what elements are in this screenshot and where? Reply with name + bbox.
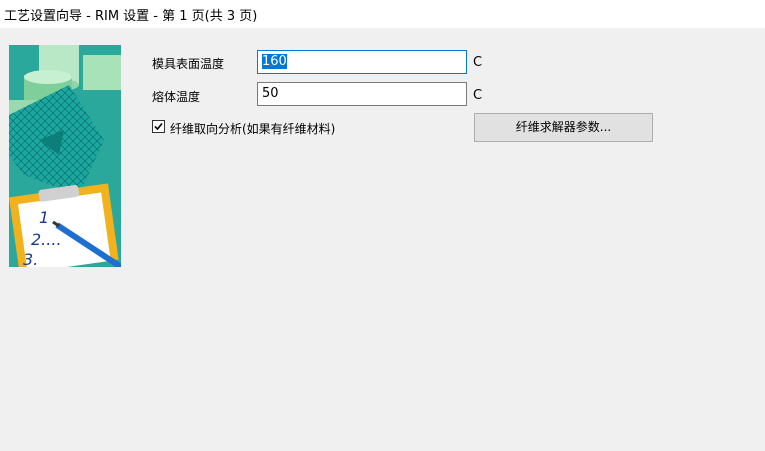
melt-temp-value: 50 (262, 86, 279, 101)
melt-temp-unit: C (473, 88, 483, 103)
mold-surface-temp-unit: C (473, 55, 483, 70)
mold-surface-temp-value: 160 (262, 54, 287, 69)
melt-temp-label: 熔体温度 (152, 90, 201, 104)
step-2-label: 2.... (31, 230, 62, 249)
step-1-label: 1 (39, 208, 49, 227)
title-bar: 工艺设置向导 - RIM 设置 - 第 1 页(共 3 页) (0, 0, 765, 28)
wizard-illustration: 1 2.... 3. (9, 45, 121, 267)
fiber-solver-params-button[interactable]: 纤维求解器参数... (474, 113, 653, 142)
step-3-label: 3. (23, 250, 38, 267)
mold-surface-temp-label: 模具表面温度 (152, 57, 225, 71)
checkmark-icon (154, 122, 163, 131)
mold-surface-temp-input[interactable]: 160 (257, 50, 467, 74)
fiber-orientation-checkbox[interactable] (152, 120, 165, 133)
fiber-orientation-label[interactable]: 纤维取向分析(如果有纤维材料) (170, 120, 335, 137)
window-title: 工艺设置向导 - RIM 设置 - 第 1 页(共 3 页) (4, 9, 258, 24)
melt-temp-input[interactable]: 50 (257, 82, 467, 106)
